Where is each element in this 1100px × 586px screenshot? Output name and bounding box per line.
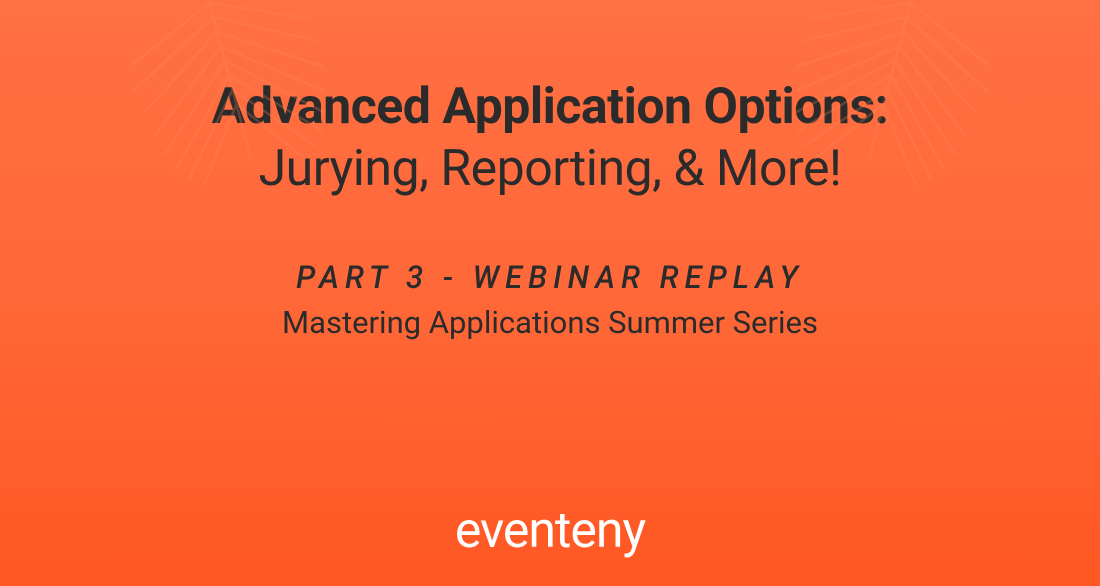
subtitle-line-2: Mastering Applications Summer Series (40, 304, 1060, 341)
title-line-1: Advanced Application Options: (40, 80, 1060, 135)
title-line-2: Jurying, Reporting, & More! (40, 139, 1060, 199)
subtitle-block: PART 3 - WEBINAR REPLAY Mastering Applic… (40, 259, 1060, 341)
brand-logo: eventeny (455, 506, 645, 556)
main-content: Advanced Application Options: Jurying, R… (40, 80, 1060, 341)
subtitle-line-1: PART 3 - WEBINAR REPLAY (40, 259, 1060, 296)
